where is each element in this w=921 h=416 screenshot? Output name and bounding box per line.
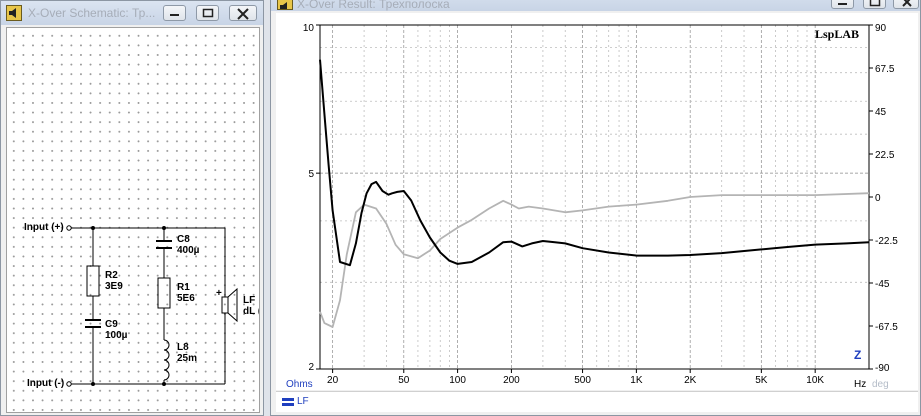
- y-right-tick-label: 45: [875, 107, 887, 118]
- legend-label: LF: [297, 396, 309, 407]
- r1-name: R1: [177, 282, 190, 293]
- y-right-tick-label: -22.5: [875, 236, 898, 247]
- schematic-window: X-Over Schematic: Тр... Input (+) Input …: [0, 0, 264, 416]
- hz-label: Hz: [854, 379, 867, 390]
- y-right-tick-label: 67.5: [875, 64, 895, 75]
- minimize-button[interactable]: [831, 0, 854, 9]
- speaker-icon: [277, 0, 293, 10]
- x-tick-label: 2K: [684, 375, 697, 386]
- c8-value: 400µ: [177, 245, 200, 256]
- y-left-tick-label: 2: [308, 362, 314, 373]
- result-plot-area[interactable]: 10 5 2 90 67.5 45 22.5 0 -22.5 -45 -67.5 -90 20 50 100…: [276, 13, 918, 390]
- x-tick-label: 10K: [806, 375, 824, 386]
- result-title: X-Over Result: Трехполоска: [297, 0, 450, 11]
- x-tick-label: 20: [327, 375, 339, 386]
- circuit-diagram: [66, 225, 238, 387]
- plot-frame: [319, 24, 870, 370]
- y-right-tick-label: 22.5: [875, 150, 895, 161]
- schematic-canvas[interactable]: Input (+) Input (-) R2 3E9 C9 100µ C8 40…: [6, 27, 260, 413]
- phase-series-line: [319, 192, 870, 328]
- y-right-tick-label: 0: [875, 193, 881, 204]
- x-tick-label: 1K: [630, 375, 643, 386]
- maximize-button[interactable]: [863, 0, 886, 9]
- maximize-button[interactable]: [196, 5, 219, 21]
- speaker-icon: [6, 5, 22, 21]
- x-tick-label: 100: [449, 375, 466, 386]
- c9-value: 100µ: [105, 330, 128, 341]
- c8-name: C8: [177, 234, 190, 245]
- x-tick-label: 50: [398, 375, 410, 386]
- brand-label: LspLAB: [815, 27, 860, 41]
- lf-sub: dL (: [243, 306, 260, 317]
- deg-label: deg: [872, 379, 889, 390]
- x-tick-label: 200: [503, 375, 520, 386]
- r2-name: R2: [105, 270, 118, 281]
- schematic-title: X-Over Schematic: Тр...: [28, 6, 156, 20]
- impedance-phase-chart: 10 5 2 90 67.5 45 22.5 0 -22.5 -45 -67.5 -90 20 50 100…: [303, 23, 898, 386]
- c9-name: C9: [105, 319, 118, 330]
- l8-value: 25m: [177, 353, 198, 364]
- ohms-label: Ohms: [286, 379, 313, 390]
- input-plus-label: Input (+): [24, 222, 64, 233]
- close-button[interactable]: [893, 0, 919, 9]
- r2-value: 3E9: [105, 281, 123, 292]
- schematic-titlebar[interactable]: X-Over Schematic: Тр...: [1, 1, 263, 25]
- y-right-tick-label: -45: [875, 279, 890, 290]
- result-titlebar[interactable]: X-Over Result: Трехполоска: [271, 0, 920, 11]
- lf-name: LF: [243, 295, 256, 306]
- driver-plus-sign: +: [216, 288, 222, 299]
- y-right-tick-label: 90: [875, 23, 887, 34]
- z-marker: Z: [854, 348, 862, 362]
- y-left-tick-label: 5: [308, 169, 314, 180]
- impedance-series-line: [319, 59, 870, 267]
- y-left-tick-label: 10: [303, 23, 315, 34]
- l8-name: L8: [177, 342, 189, 353]
- r1-value: 5E6: [177, 293, 195, 304]
- y-right-tick-label: -90: [875, 363, 890, 374]
- x-tick-label: 500: [574, 375, 591, 386]
- legend-swatch: [282, 398, 294, 406]
- input-minus-label: Input (-): [27, 378, 65, 389]
- result-window: X-Over Result: Трехполоска 10 5 2 90 67.5 45 2…: [270, 0, 921, 416]
- legend-bar: LF: [276, 391, 918, 412]
- minimize-button[interactable]: [163, 5, 186, 21]
- y-right-tick-label: -67.5: [875, 322, 898, 333]
- close-button[interactable]: [229, 5, 257, 21]
- x-tick-label: 5K: [755, 375, 768, 386]
